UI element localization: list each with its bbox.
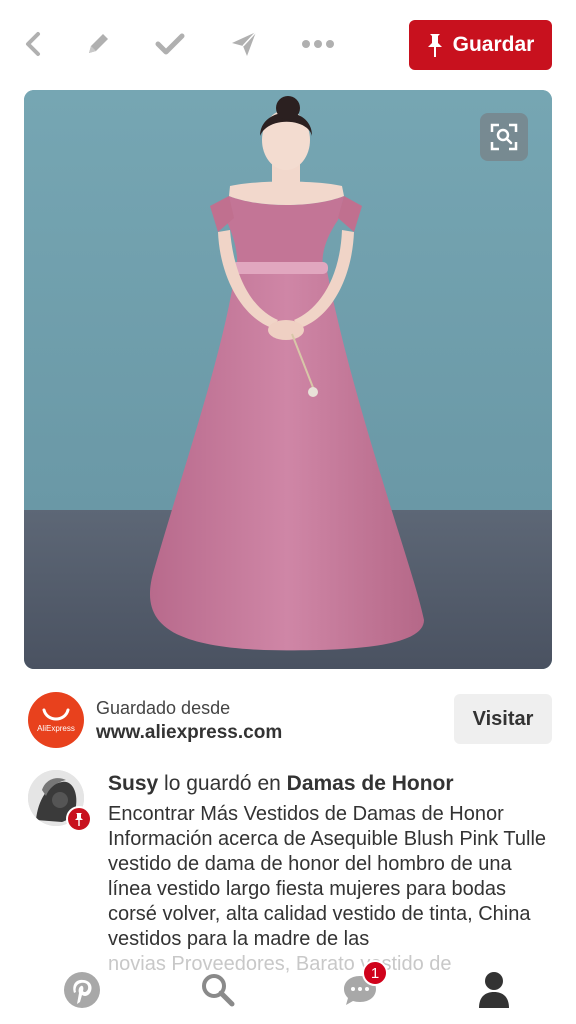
pinterest-home-icon[interactable] [60, 968, 104, 1012]
search-icon[interactable] [196, 968, 240, 1012]
aliexpress-logo[interactable]: AliExpress [28, 692, 84, 748]
top-toolbar: Guardar [0, 0, 576, 90]
bottom-nav: novias Proveedores, Barato vestido de 1 [0, 950, 576, 1024]
source-domain[interactable]: www.aliexpress.com [96, 722, 282, 744]
pinned-badge-icon [66, 806, 92, 832]
back-icon[interactable] [14, 24, 54, 64]
save-button-label: Guardar [452, 33, 535, 56]
pin-image[interactable] [24, 90, 552, 669]
activity-headline: Susy lo guardó en Damas de Honor [108, 772, 454, 796]
activity-action: lo guardó en [164, 772, 281, 795]
dress-photo [24, 90, 552, 669]
check-icon[interactable] [150, 24, 190, 64]
visual-search-icon[interactable] [480, 113, 528, 161]
saved-from-label: Guardado desde [96, 698, 231, 718]
pin-description: Encontrar Más Vestidos de Damas de Honor… [108, 803, 547, 950]
messages-icon[interactable]: 1 [338, 960, 388, 1012]
pin-icon [427, 34, 442, 57]
more-icon[interactable] [298, 24, 338, 64]
save-button[interactable]: Guardar [409, 20, 552, 70]
visit-button[interactable]: Visitar [454, 694, 552, 744]
activity-board[interactable]: Damas de Honor [287, 772, 454, 795]
edit-icon[interactable] [78, 24, 118, 64]
messages-badge: 1 [362, 960, 388, 986]
logo-text: AliExpress [37, 723, 75, 733]
activity-user[interactable]: Susy [108, 772, 158, 795]
send-icon[interactable] [224, 24, 264, 64]
pin-source: AliExpress Guardado desde www.aliexpress… [28, 690, 552, 750]
profile-icon[interactable] [472, 968, 516, 1012]
